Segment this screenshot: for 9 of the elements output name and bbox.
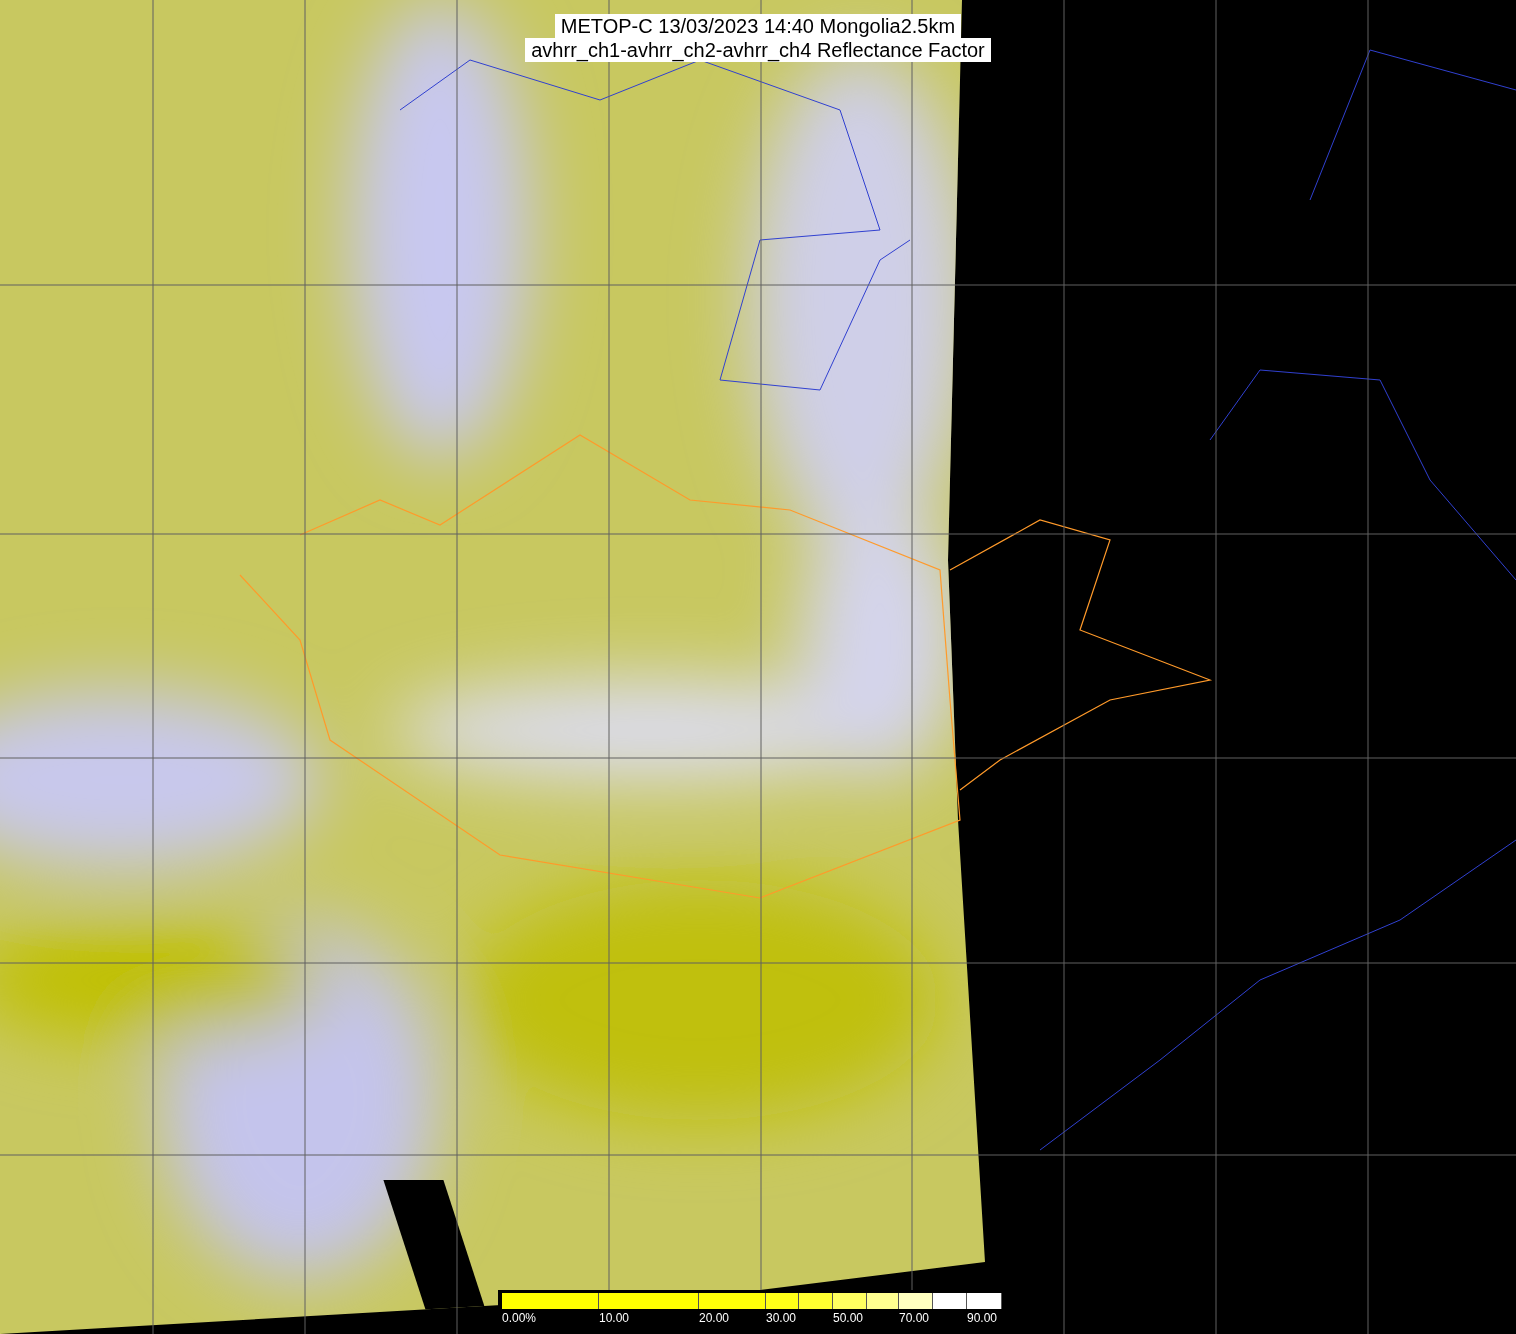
colorbar-label: 30.00 bbox=[766, 1311, 797, 1325]
map-title: avhrr_ch1-avhrr_ch2-avhrr_ch4 Reflectance Factor bbox=[525, 38, 991, 62]
colorbar-label: 20.00 bbox=[699, 1311, 730, 1325]
colorbar-label: 70.00 bbox=[899, 1311, 930, 1325]
colorbar-label: 50.00 bbox=[833, 1311, 864, 1325]
colorbar-label: 90.00 bbox=[967, 1311, 998, 1325]
colorbar-label: 10.00 bbox=[599, 1311, 630, 1325]
colorbar-label: 0.00% bbox=[502, 1311, 537, 1325]
map-title: METOP-C 13/03/2023 14:40 Mongolia2.5km bbox=[554, 14, 962, 38]
